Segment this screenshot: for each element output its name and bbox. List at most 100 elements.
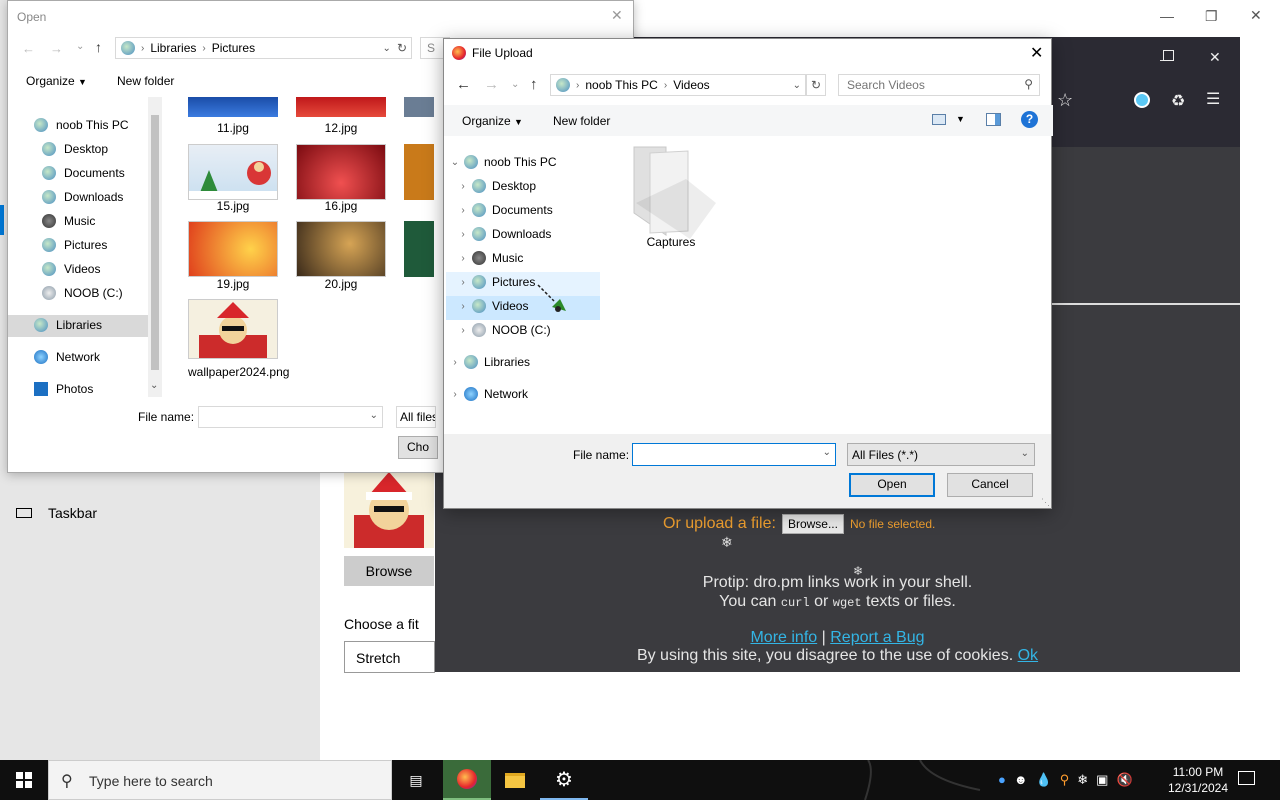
file-label[interactable]: 11.jpg	[188, 121, 278, 135]
file-label[interactable]: 12.jpg	[296, 121, 386, 135]
restore-icon[interactable]: ❐	[1205, 8, 1218, 25]
menu-icon[interactable]: ☰	[1206, 89, 1220, 109]
file-type-select[interactable]: All files	[396, 406, 436, 428]
search-box[interactable]: ⚲	[838, 74, 1040, 96]
refresh-icon[interactable]: ↻	[397, 41, 411, 55]
chevron-down-icon[interactable]: ▼	[956, 114, 965, 124]
forward-arrow-icon[interactable]: →	[50, 41, 63, 56]
tray-search-icon[interactable]: ⚲	[1060, 772, 1070, 788]
browse-button[interactable]: Browse	[344, 556, 434, 586]
tree-item[interactable]: › NOOB (C:)	[454, 318, 551, 342]
task-view-button[interactable]: ▤	[392, 760, 440, 800]
nav-item[interactable]: noob This PC	[34, 118, 129, 132]
nav-item[interactable]: Libraries	[34, 318, 102, 332]
tree-item[interactable]: › Libraries	[446, 350, 530, 374]
new-folder-button[interactable]: New folder	[553, 114, 610, 128]
scroll-down-icon[interactable]: ⌄	[150, 380, 158, 391]
thumbnail-partial[interactable]	[404, 221, 434, 277]
browser-browse-button[interactable]: Browse...	[781, 514, 844, 534]
help-icon[interactable]: ?	[1021, 111, 1038, 128]
nav-item[interactable]: Network	[34, 350, 100, 364]
file-name-input[interactable]: ⌄	[632, 443, 836, 466]
close-icon[interactable]: ✕	[1209, 49, 1221, 66]
file-label[interactable]: 19.jpg	[188, 277, 278, 291]
taskbar-search[interactable]: ⚲ Type here to search	[48, 760, 392, 800]
organize-menu[interactable]: Organize ▼	[462, 114, 523, 128]
nav-item[interactable]: Photos	[34, 382, 93, 396]
tray-drop-icon[interactable]: 💧	[1036, 772, 1052, 788]
open-button[interactable]: Open	[849, 473, 935, 497]
close-icon[interactable]: ✕	[1250, 7, 1262, 24]
scrollbar-thumb[interactable]	[151, 115, 159, 370]
tree-item[interactable]: › Desktop	[454, 174, 536, 198]
thumbnail-wallpaper2024[interactable]	[188, 299, 278, 359]
folder-label[interactable]: Captures	[626, 235, 716, 249]
extensions-icon[interactable]: ♻	[1171, 91, 1185, 111]
nav-item[interactable]: Desktop	[42, 142, 108, 156]
recent-chevron-icon[interactable]: ⌄	[511, 79, 519, 90]
volume-muted-icon[interactable]: 🔇	[1116, 772, 1132, 788]
new-folder-button[interactable]: New folder	[117, 74, 174, 88]
clock[interactable]: 11:00 PM 12/31/2024	[1160, 764, 1236, 796]
cookie-ok-link[interactable]: Ok	[1018, 647, 1038, 664]
tree-item[interactable]: › Network	[446, 382, 528, 406]
tree-item[interactable]: › Pictures	[454, 270, 535, 294]
back-arrow-icon[interactable]: ←	[456, 76, 471, 93]
breadcrumb-item[interactable]: Pictures	[212, 41, 255, 55]
close-icon[interactable]: ✕	[611, 7, 623, 24]
tree-item[interactable]: ⌄ noob This PC	[446, 150, 557, 174]
view-options-icon[interactable]	[932, 114, 946, 125]
tree-item[interactable]: › Documents	[454, 198, 553, 222]
thumbnail-19[interactable]	[188, 221, 278, 277]
up-arrow-icon[interactable]: ↑	[530, 76, 538, 93]
thumbnail-partial[interactable]	[404, 97, 434, 117]
scrollbar[interactable]: ⌄	[148, 97, 162, 397]
nav-item[interactable]: Pictures	[42, 238, 107, 252]
fit-dropdown[interactable]: Stretch	[344, 641, 435, 673]
up-arrow-icon[interactable]: ↑	[95, 39, 102, 55]
maximize-icon[interactable]	[1163, 50, 1174, 61]
minimize-icon[interactable]: —	[1160, 8, 1174, 24]
back-arrow-icon[interactable]: ←	[22, 41, 35, 56]
recent-chevron-icon[interactable]: ⌄	[76, 41, 84, 52]
refresh-icon[interactable]: ↻	[806, 74, 826, 96]
firefox-taskbar-button[interactable]	[443, 760, 491, 800]
tray-snowflake-icon[interactable]: ❄	[1077, 772, 1088, 788]
choose-button[interactable]: Cho	[398, 436, 438, 459]
tree-item[interactable]: › Music	[454, 246, 523, 270]
account-icon[interactable]	[1134, 92, 1150, 108]
nav-item[interactable]: Documents	[42, 166, 125, 180]
breadcrumb-item[interactable]: Libraries	[150, 41, 196, 55]
search-icon[interactable]: ⚲	[1024, 77, 1033, 91]
thumbnail-20[interactable]	[296, 221, 386, 277]
organize-menu[interactable]: Organize ▼	[26, 74, 87, 88]
tray-app-icon[interactable]: ●	[998, 772, 1006, 788]
file-type-select[interactable]: All Files (*.*) ⌄	[847, 443, 1035, 466]
cancel-button[interactable]: Cancel	[947, 473, 1033, 497]
start-button[interactable]	[0, 760, 48, 800]
thumbnail-15[interactable]	[188, 144, 278, 200]
chevron-down-icon[interactable]: ⌄	[793, 80, 805, 91]
resize-grip-icon[interactable]: ⋱	[1041, 497, 1050, 508]
network-icon[interactable]: ▣	[1096, 772, 1108, 788]
thumbnail-partial[interactable]	[404, 144, 434, 200]
search-input[interactable]	[839, 75, 1009, 95]
sidebar-item-taskbar[interactable]: Taskbar	[16, 505, 97, 521]
report-bug-link[interactable]: Report a Bug	[830, 629, 924, 646]
nav-item[interactable]: Videos	[42, 262, 100, 276]
nav-item[interactable]: Downloads	[42, 190, 123, 204]
breadcrumb-item[interactable]: noob This PC	[585, 78, 658, 92]
file-name-input[interactable]: ⌄	[198, 406, 383, 428]
file-explorer-button[interactable]	[491, 760, 539, 800]
bookmark-star-icon[interactable]: ☆	[1057, 90, 1073, 111]
tree-item[interactable]: › Downloads	[454, 222, 551, 246]
more-info-link[interactable]: More info	[750, 629, 817, 646]
chevron-down-icon[interactable]: ⌄	[383, 43, 391, 54]
tree-item[interactable]: › Videos	[454, 294, 528, 318]
thumbnail-11[interactable]	[188, 97, 278, 117]
notification-center-icon[interactable]	[1238, 771, 1255, 785]
forward-arrow-icon[interactable]: →	[484, 76, 499, 93]
folder-item[interactable]: Captures	[626, 143, 716, 249]
file-label[interactable]: 20.jpg	[296, 277, 386, 291]
file-label[interactable]: 16.jpg	[296, 199, 386, 213]
